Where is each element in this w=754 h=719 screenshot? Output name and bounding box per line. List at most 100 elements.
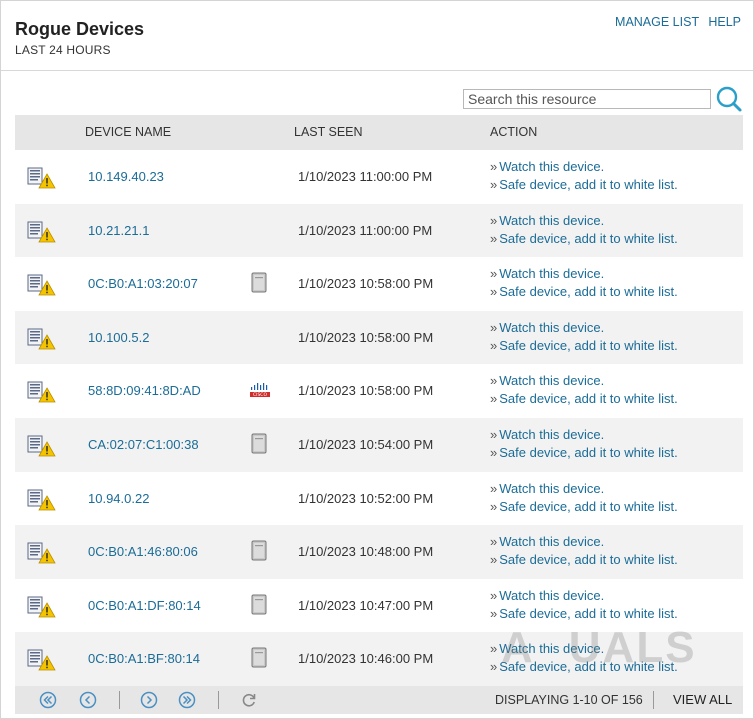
generic-device-icon: [249, 272, 269, 294]
table-row: 10.149.40.23 1/10/2023 11:00:00 PM » Watc…: [15, 150, 743, 204]
safe-device-action: » Safe device, add it to white list.: [490, 391, 678, 406]
cisco-logo-icon: CISCO: [249, 379, 270, 401]
safe-device-link[interactable]: Safe device, add it to white list.: [499, 284, 677, 299]
generic-device-icon: [249, 540, 269, 562]
refresh-icon: [242, 693, 256, 707]
safe-device-link[interactable]: Safe device, add it to white list.: [499, 445, 677, 460]
device-name-link[interactable]: 10.94.0.22: [88, 491, 149, 506]
prev-page-button[interactable]: [79, 691, 97, 709]
watch-device-link[interactable]: Watch this device.: [499, 320, 604, 335]
column-header-action: ACTION: [490, 125, 538, 139]
vendor-icon-empty: [249, 326, 269, 348]
view-all-link[interactable]: VIEW ALL: [673, 692, 732, 707]
safe-device-link[interactable]: Safe device, add it to white list.: [499, 177, 677, 192]
arrow-glyph: »: [490, 498, 498, 514]
safe-device-link[interactable]: Safe device, add it to white list.: [499, 659, 677, 674]
device-name-link[interactable]: 0C:B0:A1:03:20:07: [88, 276, 198, 291]
manage-list-link[interactable]: MANAGE LIST: [615, 15, 699, 29]
rogue-devices-table: DEVICE NAME LAST SEEN ACTION 10.149.40.2…: [15, 115, 743, 686]
safe-device-link[interactable]: Safe device, add it to white list.: [499, 499, 677, 514]
watch-device-action: » Watch this device.: [490, 373, 604, 388]
safe-device-action: » Safe device, add it to white list.: [490, 284, 678, 299]
arrow-glyph: »: [490, 266, 498, 282]
table-row: 0C:B0:A1:03:20:07 1/10/2023 10:58:00 PM …: [15, 257, 743, 311]
table-row: 58:8D:09:41:8D:AD CISCO 1/10/2023 10:58:…: [15, 364, 743, 418]
safe-device-action: » Safe device, add it to white list.: [490, 338, 678, 353]
arrow-glyph: »: [490, 177, 498, 192]
column-header-last-seen[interactable]: LAST SEEN: [294, 125, 363, 139]
watch-device-action: » Watch this device.: [490, 213, 604, 228]
rogue-devices-panel: Rogue Devices LAST 24 HOURS MANAGE LIST …: [0, 0, 754, 719]
header-divider: [1, 70, 753, 71]
watch-device-link[interactable]: Watch this device.: [499, 534, 604, 549]
safe-device-action: » Safe device, add it to white list.: [490, 445, 678, 460]
device-name-link[interactable]: CA:02:07:C1:00:38: [88, 437, 199, 452]
vendor-icon-empty: [249, 487, 269, 509]
rogue-device-warning-icon: [27, 328, 57, 350]
next-page-button[interactable]: [140, 691, 158, 709]
safe-device-action: » Safe device, add it to white list.: [490, 659, 678, 674]
arrow-glyph: »: [490, 605, 498, 621]
arrow-glyph: »: [490, 391, 498, 407]
rogue-device-warning-icon: [27, 381, 57, 403]
device-name-link[interactable]: 10.100.5.2: [88, 330, 149, 345]
arrow-glyph: »: [490, 284, 498, 300]
safe-device-link[interactable]: Safe device, add it to white list.: [499, 552, 677, 567]
watch-device-link[interactable]: Watch this device.: [499, 373, 604, 388]
safe-device-action: » Safe device, add it to white list.: [490, 177, 678, 192]
svg-text:CISCO: CISCO: [253, 392, 267, 398]
rogue-device-warning-icon: [27, 167, 57, 189]
last-seen-value: 1/10/2023 10:58:00 PM: [298, 329, 434, 345]
arrow-glyph: »: [490, 534, 498, 550]
pagination-bar: DISPLAYING 1-10 OF 156 VIEW ALL: [15, 686, 743, 714]
table-row: 0C:B0:A1:BF:80:14 1/10/2023 10:46:00 PM …: [15, 632, 743, 686]
panel-title: Rogue Devices: [15, 19, 145, 39]
safe-device-link[interactable]: Safe device, add it to white list.: [499, 231, 677, 246]
safe-device-action: » Safe device, add it to white list.: [490, 499, 678, 514]
watch-device-link[interactable]: Watch this device.: [499, 213, 604, 228]
header-links: MANAGE LIST HELP: [609, 15, 741, 29]
table-row: 10.21.21.1 1/10/2023 11:00:00 PM » Watch …: [15, 203, 743, 258]
table-row: 0C:B0:A1:46:80:06 1/10/2023 10:48:00 PM …: [15, 525, 743, 579]
device-name-link[interactable]: 0C:B0:A1:DF:80:14: [88, 598, 201, 613]
safe-device-link[interactable]: Safe device, add it to white list.: [499, 338, 677, 353]
table-row: 0C:B0:A1:DF:80:14 1/10/2023 10:47:00 PM …: [15, 579, 743, 633]
pager-divider: [119, 691, 120, 709]
last-seen-value: 1/10/2023 10:52:00 PM: [298, 490, 434, 506]
arrow-glyph: »: [490, 212, 498, 228]
refresh-button[interactable]: [240, 691, 258, 709]
device-name-link[interactable]: 10.149.40.23: [88, 169, 164, 184]
device-name-link[interactable]: 0C:B0:A1:BF:80:14: [88, 651, 200, 666]
search-button[interactable]: [715, 85, 743, 113]
last-seen-value: 1/10/2023 10:54:00 PM: [298, 436, 434, 452]
safe-device-link[interactable]: Safe device, add it to white list.: [499, 606, 677, 621]
arrow-glyph: »: [490, 480, 498, 496]
safe-device-link[interactable]: Safe device, add it to white list.: [499, 391, 677, 406]
safe-device-action: » Safe device, add it to white list.: [490, 552, 678, 567]
watch-device-link[interactable]: Watch this device.: [499, 159, 604, 174]
arrow-glyph: »: [490, 159, 498, 174]
search-input[interactable]: [463, 89, 711, 109]
arrow-glyph: »: [490, 641, 498, 657]
rogue-device-warning-icon: [27, 435, 57, 457]
watch-device-action: » Watch this device.: [490, 641, 604, 656]
first-page-button[interactable]: [39, 691, 57, 709]
watch-device-link[interactable]: Watch this device.: [499, 588, 604, 603]
table-row: CA:02:07:C1:00:38 1/10/2023 10:54:00 PM …: [15, 417, 743, 472]
column-header-device-name[interactable]: DEVICE NAME: [85, 125, 171, 139]
prev-page-icon: [79, 691, 97, 709]
help-link[interactable]: HELP: [708, 15, 741, 29]
watch-device-link[interactable]: Watch this device.: [499, 427, 604, 442]
last-seen-value: 1/10/2023 10:58:00 PM: [298, 276, 434, 292]
device-name-link[interactable]: 0C:B0:A1:46:80:06: [88, 544, 198, 559]
watch-device-link[interactable]: Watch this device.: [499, 481, 604, 496]
device-name-link[interactable]: 58:8D:09:41:8D:AD: [88, 383, 201, 398]
arrow-glyph: »: [490, 319, 498, 335]
watch-device-action: » Watch this device.: [490, 320, 604, 335]
last-seen-value: 1/10/2023 11:00:00 PM: [298, 169, 433, 184]
watch-device-link[interactable]: Watch this device.: [499, 266, 604, 281]
arrow-glyph: »: [490, 552, 498, 568]
device-name-link[interactable]: 10.21.21.1: [88, 223, 149, 238]
watch-device-link[interactable]: Watch this device.: [499, 641, 604, 656]
last-page-button[interactable]: [178, 691, 196, 709]
